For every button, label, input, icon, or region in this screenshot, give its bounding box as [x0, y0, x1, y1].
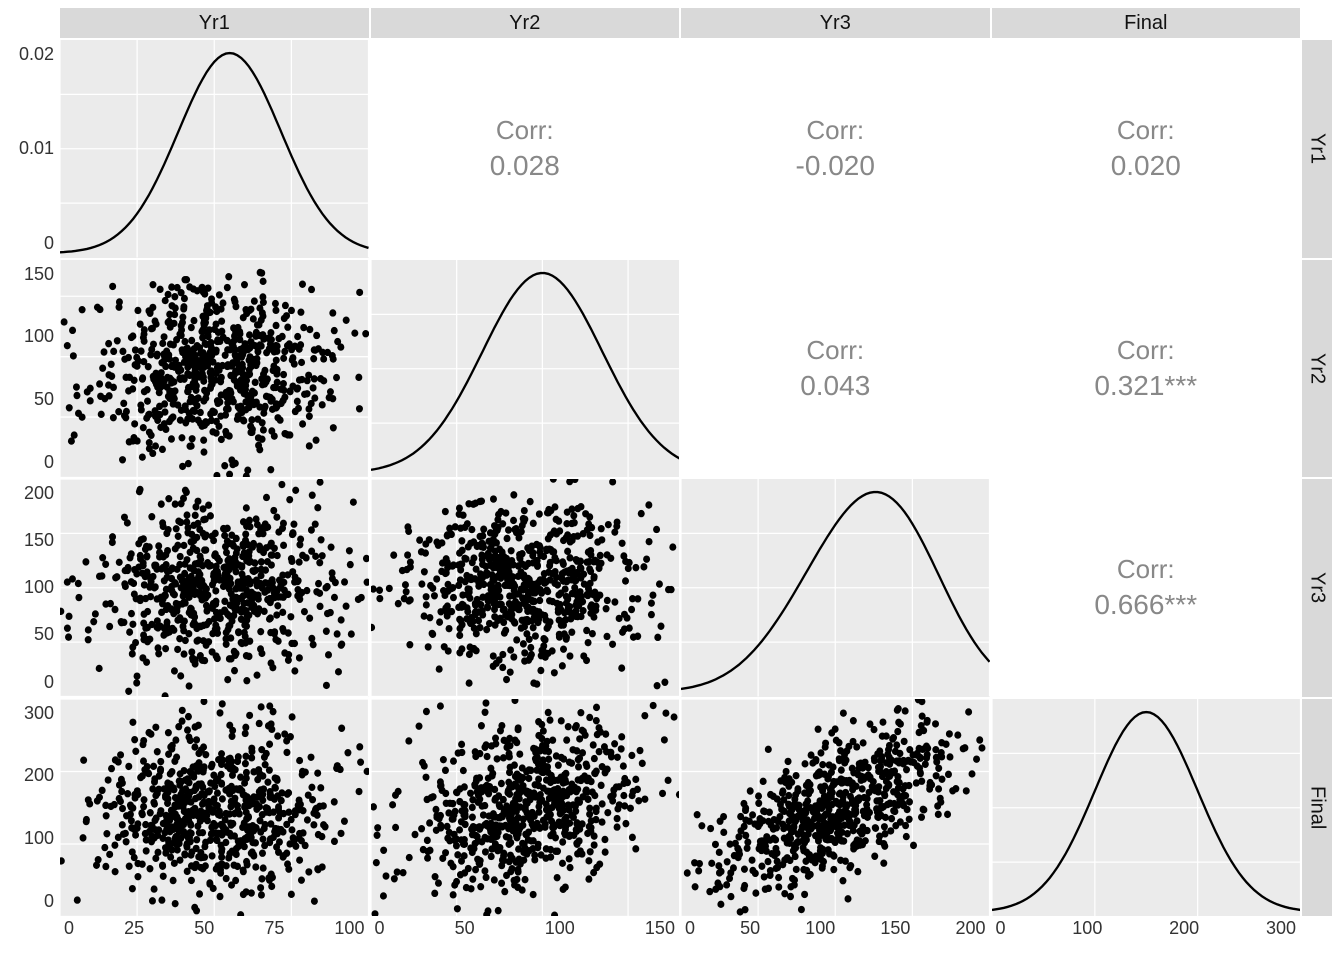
x-axis-yr3: 0 50 100 150 200	[681, 918, 990, 948]
row-strip-yr2: Yr2	[1302, 260, 1332, 478]
panel-density-yr2	[371, 260, 680, 478]
y-axis-yr3: 200 150 100 50 0	[8, 479, 58, 697]
y-axis-final: 300 200 100 0	[8, 699, 58, 917]
x-axis-yr2: 0 50 100 150	[371, 918, 680, 948]
panel-density-final	[992, 699, 1301, 917]
panel-corr-yr2-final: Corr: 0.321***	[992, 260, 1301, 478]
panel-scatter-final-yr1	[60, 699, 369, 917]
corner-tr	[1302, 8, 1332, 38]
col-strip-final: Final	[992, 8, 1301, 38]
panel-density-yr1	[60, 40, 369, 258]
panel-corr-yr3-final: Corr: 0.666***	[992, 479, 1301, 697]
corner-tl	[8, 8, 58, 38]
panel-corr-yr2-yr3: Corr: 0.043	[681, 260, 990, 478]
x-axis-final: 0 100 200 300	[992, 918, 1301, 948]
row-strip-yr3: Yr3	[1302, 479, 1332, 697]
panel-scatter-yr2-yr1	[60, 260, 369, 478]
row-strip-yr1: Yr1	[1302, 40, 1332, 258]
y-axis-yr2: 150 100 50 0	[8, 260, 58, 478]
panel-scatter-final-yr2	[371, 699, 680, 917]
y-axis-yr1: 0.02 0.01 0	[8, 40, 58, 258]
panel-scatter-final-yr3	[681, 699, 990, 917]
corner-bl	[8, 918, 58, 948]
panel-corr-yr1-yr2: Corr: 0.028	[371, 40, 680, 258]
col-strip-yr2: Yr2	[371, 8, 680, 38]
col-strip-yr1: Yr1	[60, 8, 369, 38]
panel-corr-yr1-yr3: Corr: -0.020	[681, 40, 990, 258]
row-strip-final: Final	[1302, 699, 1332, 917]
panel-scatter-yr3-yr2	[371, 479, 680, 697]
col-strip-yr3: Yr3	[681, 8, 990, 38]
x-axis-yr1: 0 25 50 75 100	[60, 918, 369, 948]
pairs-plot-matrix: Yr1 Yr2 Yr3 Final 0.02 0.01 0 Corr: 0.02…	[8, 8, 1332, 948]
panel-corr-yr1-final: Corr: 0.020	[992, 40, 1301, 258]
corner-br	[1302, 918, 1332, 948]
panel-density-yr3	[681, 479, 990, 697]
panel-scatter-yr3-yr1	[60, 479, 369, 697]
